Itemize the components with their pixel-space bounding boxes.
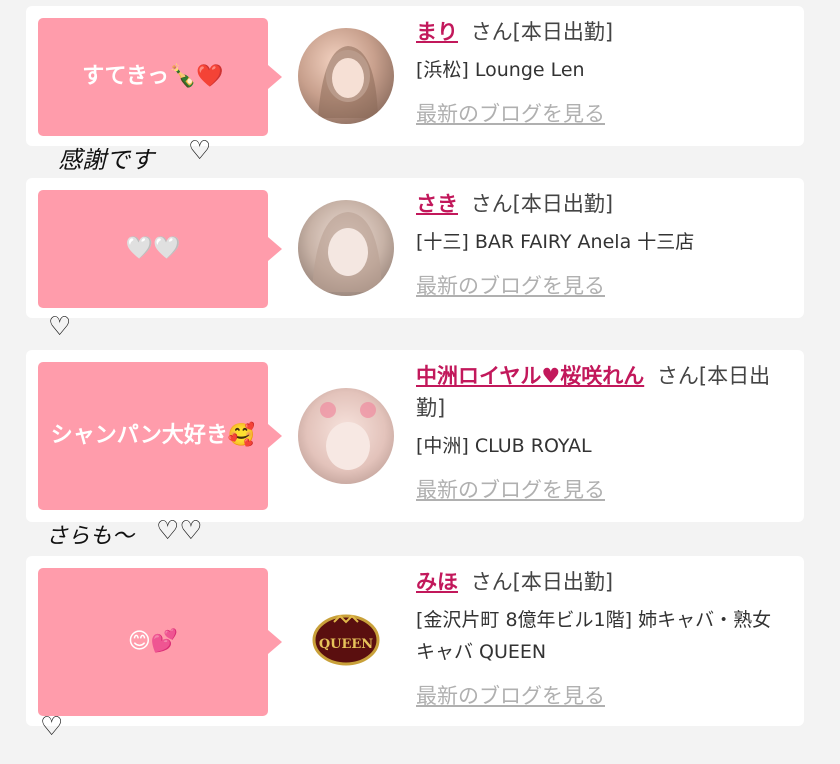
woman-photo-avatar-icon [312,212,382,292]
cast-name-link[interactable]: さき [416,192,458,216]
bubble-text: 😊💕 [127,629,179,655]
shop-name: [金沢片町 8億年ビル1階] 姉キャバ・熟女キャバ QUEEN [416,609,772,663]
message-bubble: すてきっ🍾❤️ [38,18,282,136]
blog-link[interactable]: 最新のブログを見る [416,270,786,300]
cast-info: 中洲ロイヤル♥桜咲れん さん[本日出勤] [中洲] CLUB ROYAL 最新の… [416,360,786,504]
cast-name-link[interactable]: 中洲ロイヤル♥桜咲れん [416,364,644,388]
message-card: 🤍🤍 さき さん[本日出勤] [十三] BAR FAIRY Anela 十三店 … [26,178,804,318]
bubble-text: シャンパン大好き🥰 [50,423,256,449]
heart-doodle-icon: ♡ [40,712,64,742]
cast-info: みほ さん[本日出勤] [金沢片町 8億年ビル1階] 姉キャバ・熟女キャバ QU… [416,566,786,710]
blog-link[interactable]: 最新のブログを見る [416,98,786,128]
shop-name: [浜松] Lounge Len [416,59,585,81]
shop-name: [十三] BAR FAIRY Anela 十三店 [416,231,695,253]
message-bubble: 😊💕 [38,568,282,716]
cast-info: さき さん[本日出勤] [十三] BAR FAIRY Anela 十三店 最新の… [416,188,786,300]
logo-text: QUEEN [319,637,373,652]
message-card: シャンパン大好き🥰 中洲ロイヤル♥桜咲れん さん[本日出勤] [中洲] CLUB… [26,350,804,522]
message-bubble: シャンパン大好き🥰 [38,362,282,510]
bubble-text: すてきっ🍾❤️ [82,64,224,90]
avatar[interactable] [298,28,394,124]
woman-photo-avatar-icon [318,46,378,118]
shop-name: [中洲] CLUB ROYAL [416,435,592,457]
blog-link[interactable]: 最新のブログを見る [416,474,786,504]
cast-status: さん[本日出勤] [470,192,614,216]
handwritten-note: さらも～ [46,524,135,549]
cast-name-link[interactable]: みほ [416,570,458,594]
heart-doodle-icon: ♡ [188,136,212,166]
avatar[interactable]: QUEEN [298,592,394,688]
bubble-text: 🤍🤍 [125,236,181,262]
heart-doodle-icon: ♡♡ [156,516,203,546]
cast-name-link[interactable]: まり [416,20,458,44]
cast-info: まり さん[本日出勤] [浜松] Lounge Len 最新のブログを見る [416,16,786,128]
queen-logo-icon: QUEEN [312,614,380,666]
message-card: 😊💕 QUEEN みほ さん[本日出勤] [金沢片町 8億年ビル1階] 姉キャバ… [26,556,804,726]
avatar[interactable] [298,200,394,296]
message-bubble: 🤍🤍 [38,190,282,308]
cast-status: さん[本日出勤] [470,570,614,594]
cast-status: さん[本日出勤] [470,20,614,44]
handwritten-note: 感謝です [58,146,154,174]
avatar[interactable] [298,388,394,484]
message-card: すてきっ🍾❤️ まり さん[本日出勤] [浜松] Lounge Len 最新のブ… [26,6,804,146]
blog-link[interactable]: 最新のブログを見る [416,680,786,710]
heart-doodle-icon: ♡ [48,312,72,342]
woman-photo-avatar-icon [320,402,376,470]
